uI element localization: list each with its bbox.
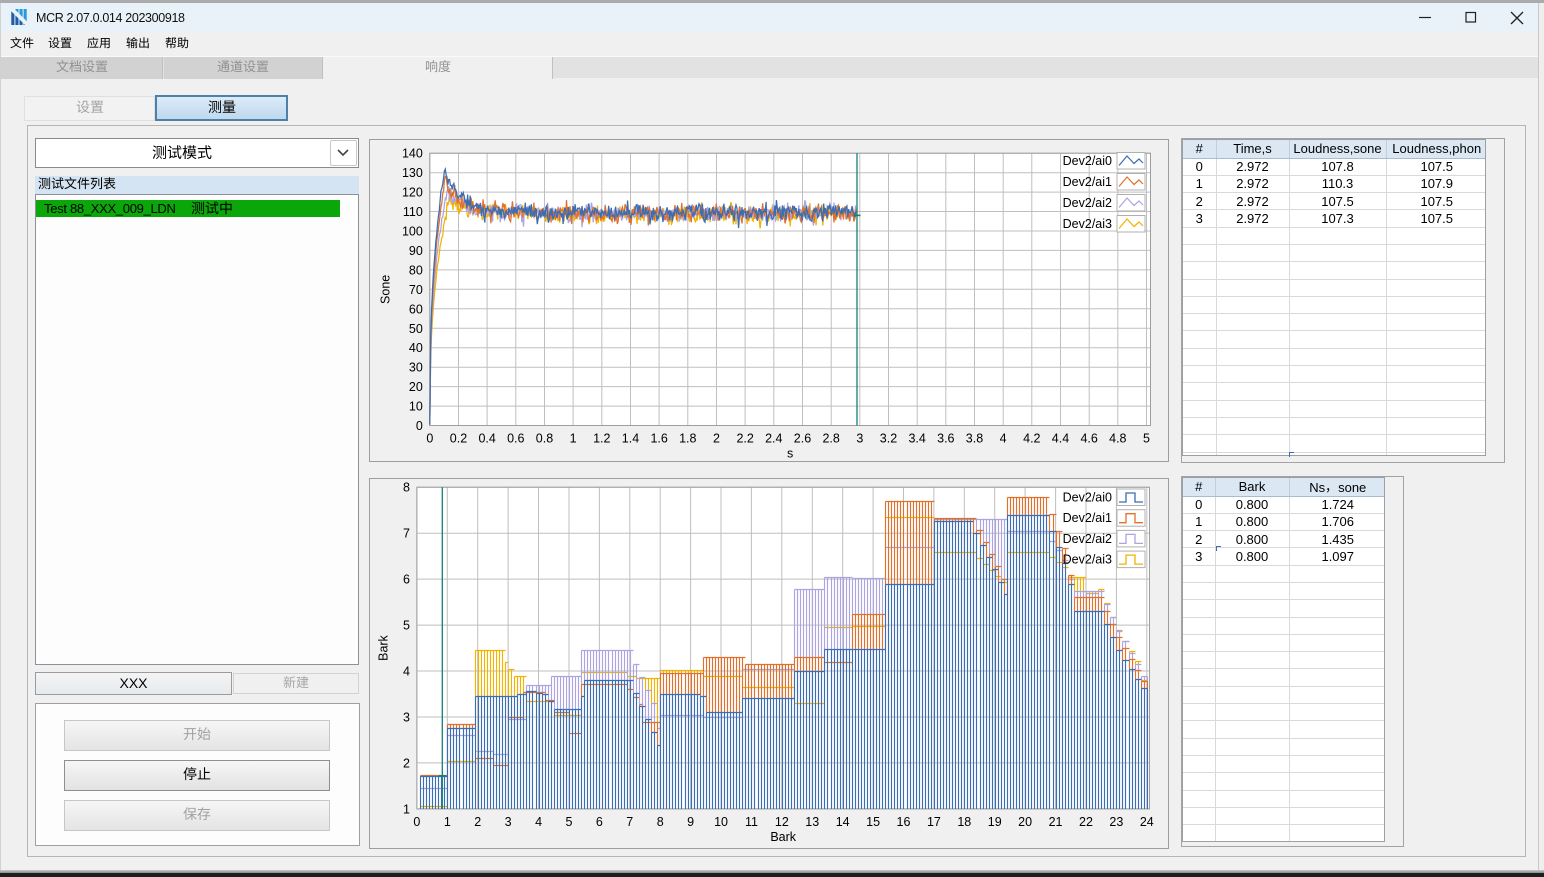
svg-text:Bark: Bark bbox=[770, 830, 796, 844]
svg-text:5: 5 bbox=[403, 619, 410, 633]
svg-text:13: 13 bbox=[805, 815, 819, 829]
svg-text:50: 50 bbox=[409, 322, 423, 336]
svg-text:3.8: 3.8 bbox=[966, 432, 983, 446]
svg-text:Dev2/ai0: Dev2/ai0 bbox=[1063, 491, 1112, 505]
svg-text:70: 70 bbox=[409, 283, 423, 297]
svg-text:3: 3 bbox=[505, 815, 512, 829]
svg-text:Dev2/ai2: Dev2/ai2 bbox=[1063, 532, 1112, 546]
svg-text:1.8: 1.8 bbox=[679, 432, 696, 446]
svg-text:2.2: 2.2 bbox=[736, 432, 753, 446]
svg-text:Dev2/ai3: Dev2/ai3 bbox=[1063, 217, 1112, 231]
svg-text:18: 18 bbox=[957, 815, 971, 829]
svg-text:0.4: 0.4 bbox=[478, 432, 495, 446]
svg-text:7: 7 bbox=[626, 815, 633, 829]
svg-text:4.2: 4.2 bbox=[1023, 432, 1040, 446]
svg-text:2: 2 bbox=[403, 756, 410, 770]
svg-text:3: 3 bbox=[856, 432, 863, 446]
svg-text:80: 80 bbox=[409, 263, 423, 277]
svg-text:19: 19 bbox=[988, 815, 1002, 829]
svg-text:3: 3 bbox=[403, 710, 410, 724]
svg-text:2.6: 2.6 bbox=[794, 432, 811, 446]
svg-text:Sone: Sone bbox=[378, 275, 392, 304]
svg-text:24: 24 bbox=[1140, 815, 1154, 829]
svg-text:5: 5 bbox=[565, 815, 572, 829]
svg-text:90: 90 bbox=[409, 244, 423, 258]
svg-text:0.8: 0.8 bbox=[536, 432, 553, 446]
svg-text:8: 8 bbox=[403, 481, 410, 495]
svg-text:120: 120 bbox=[402, 186, 423, 200]
svg-text:4.4: 4.4 bbox=[1052, 432, 1069, 446]
svg-text:1.4: 1.4 bbox=[622, 432, 639, 446]
svg-text:15: 15 bbox=[866, 815, 880, 829]
svg-text:3.6: 3.6 bbox=[937, 432, 954, 446]
svg-text:Dev2/ai1: Dev2/ai1 bbox=[1063, 511, 1112, 525]
svg-text:11: 11 bbox=[745, 815, 758, 829]
svg-text:1: 1 bbox=[444, 815, 451, 829]
svg-text:22: 22 bbox=[1079, 815, 1093, 829]
svg-text:130: 130 bbox=[402, 166, 423, 180]
svg-text:4.6: 4.6 bbox=[1080, 432, 1097, 446]
svg-text:0: 0 bbox=[413, 815, 420, 829]
svg-text:0: 0 bbox=[416, 419, 423, 433]
svg-text:1.2: 1.2 bbox=[593, 432, 610, 446]
svg-text:0.6: 0.6 bbox=[507, 432, 524, 446]
svg-text:2: 2 bbox=[474, 815, 481, 829]
svg-text:140: 140 bbox=[402, 147, 423, 161]
svg-text:2.8: 2.8 bbox=[822, 432, 839, 446]
svg-text:12: 12 bbox=[775, 815, 789, 829]
svg-text:1: 1 bbox=[403, 802, 410, 816]
svg-text:6: 6 bbox=[596, 815, 603, 829]
svg-text:4.8: 4.8 bbox=[1109, 432, 1126, 446]
svg-text:14: 14 bbox=[836, 815, 850, 829]
svg-text:Dev2/ai2: Dev2/ai2 bbox=[1063, 196, 1112, 210]
svg-text:2.4: 2.4 bbox=[765, 432, 782, 446]
svg-text:3.4: 3.4 bbox=[908, 432, 925, 446]
svg-text:23: 23 bbox=[1109, 815, 1123, 829]
svg-text:0.2: 0.2 bbox=[450, 432, 467, 446]
svg-text:Dev2/ai1: Dev2/ai1 bbox=[1063, 175, 1112, 189]
svg-text:Dev2/ai3: Dev2/ai3 bbox=[1063, 553, 1112, 567]
svg-text:40: 40 bbox=[409, 341, 423, 355]
svg-text:1: 1 bbox=[570, 432, 577, 446]
svg-text:4: 4 bbox=[1000, 432, 1007, 446]
svg-text:20: 20 bbox=[1018, 815, 1032, 829]
svg-text:110: 110 bbox=[403, 205, 423, 219]
svg-text:Bark: Bark bbox=[376, 634, 390, 660]
svg-text:30: 30 bbox=[409, 361, 423, 375]
svg-text:2: 2 bbox=[713, 432, 720, 446]
svg-text:100: 100 bbox=[402, 225, 423, 239]
svg-text:4: 4 bbox=[535, 815, 542, 829]
svg-text:20: 20 bbox=[409, 380, 423, 394]
svg-text:1.6: 1.6 bbox=[650, 432, 667, 446]
svg-text:21: 21 bbox=[1049, 815, 1063, 829]
svg-text:6: 6 bbox=[403, 573, 410, 587]
svg-text:4: 4 bbox=[403, 665, 410, 679]
svg-text:s: s bbox=[787, 447, 793, 461]
svg-text:8: 8 bbox=[657, 815, 664, 829]
svg-text:17: 17 bbox=[927, 815, 941, 829]
svg-text:10: 10 bbox=[409, 400, 423, 414]
svg-text:10: 10 bbox=[714, 815, 728, 829]
svg-text:Dev2/ai0: Dev2/ai0 bbox=[1063, 154, 1112, 168]
svg-text:9: 9 bbox=[687, 815, 694, 829]
svg-text:3.2: 3.2 bbox=[880, 432, 897, 446]
svg-text:5: 5 bbox=[1143, 432, 1150, 446]
svg-text:60: 60 bbox=[409, 302, 423, 316]
svg-text:16: 16 bbox=[897, 815, 911, 829]
svg-text:0: 0 bbox=[426, 432, 433, 446]
svg-text:7: 7 bbox=[403, 527, 410, 541]
